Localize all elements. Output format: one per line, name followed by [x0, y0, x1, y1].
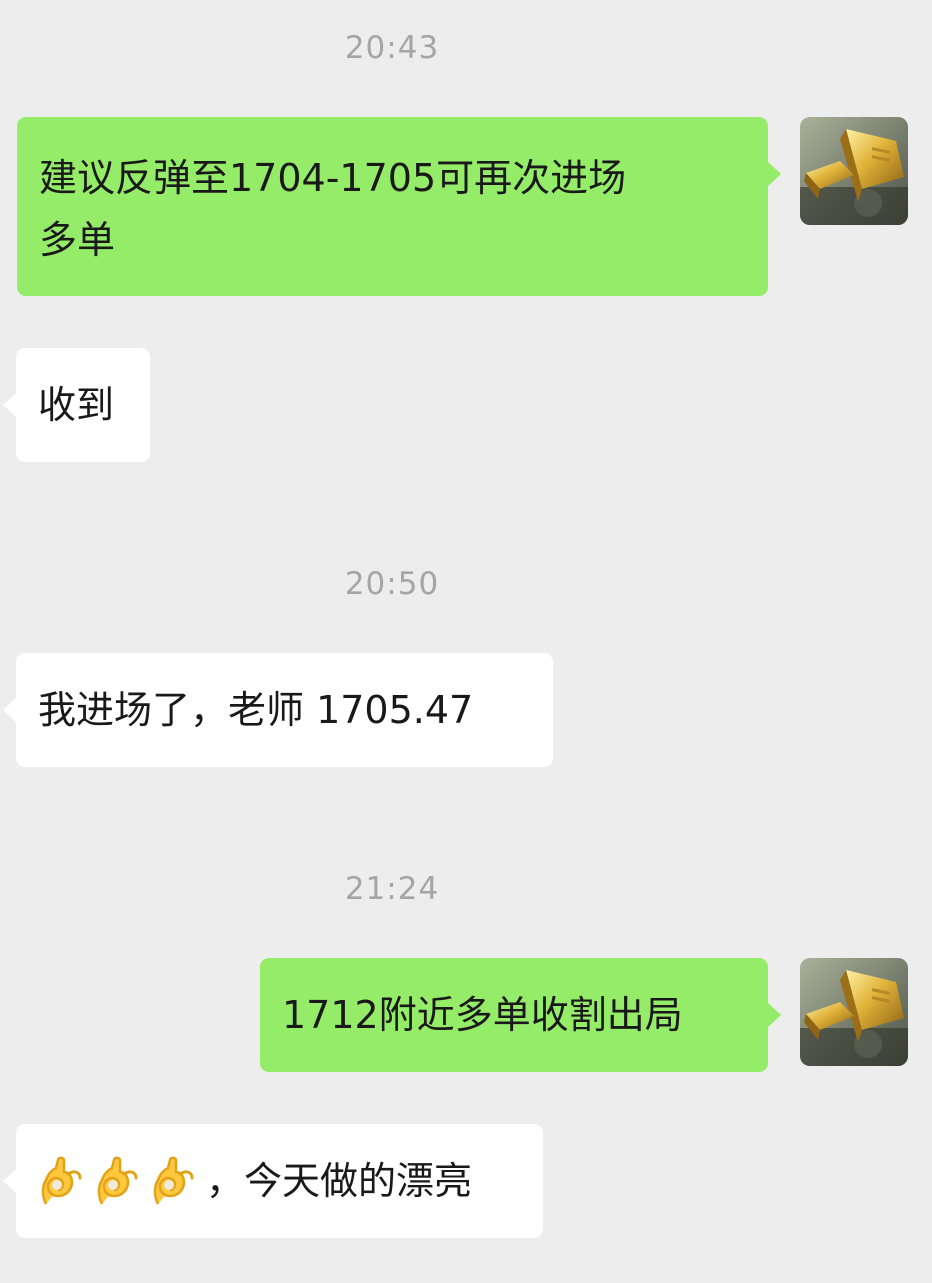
message-timestamp: 20:43 — [344, 30, 440, 66]
message-text-line: 多单 — [39, 218, 116, 262]
ok-hand-icon — [38, 1156, 84, 1206]
message-timestamp: 20:50 — [344, 566, 440, 602]
message-text: 1712附近多单收割出局 — [282, 993, 683, 1037]
message-text-line: 建议反弹至1704-1705可再次进场 — [39, 156, 627, 200]
message-text: 收到 — [38, 383, 115, 427]
incoming-message-bubble[interactable]: 我进场了，老师 1705.47 — [3, 653, 553, 767]
sender-avatar[interactable] — [800, 958, 908, 1066]
message-text: ，今天做的漂亮 — [206, 1159, 473, 1203]
outgoing-message-bubble[interactable]: 建议反弹至1704-1705可再次进场 多单 — [17, 117, 781, 296]
message-text: 我进场了，老师 1705.47 — [38, 688, 474, 732]
gold-bars-avatar-icon — [800, 958, 908, 1066]
incoming-message-bubble[interactable]: ，今天做的漂亮 — [3, 1124, 543, 1238]
incoming-message-bubble[interactable]: 收到 — [3, 348, 150, 462]
message-timestamp: 21:24 — [344, 871, 440, 907]
gold-bars-avatar-icon — [800, 117, 908, 225]
outgoing-message-bubble[interactable]: 1712附近多单收割出局 — [260, 958, 781, 1072]
sender-avatar[interactable] — [800, 117, 908, 225]
ok-hand-icon — [94, 1156, 140, 1206]
ok-hand-icon — [150, 1156, 196, 1206]
message-content: ，今天做的漂亮 — [38, 1150, 521, 1212]
